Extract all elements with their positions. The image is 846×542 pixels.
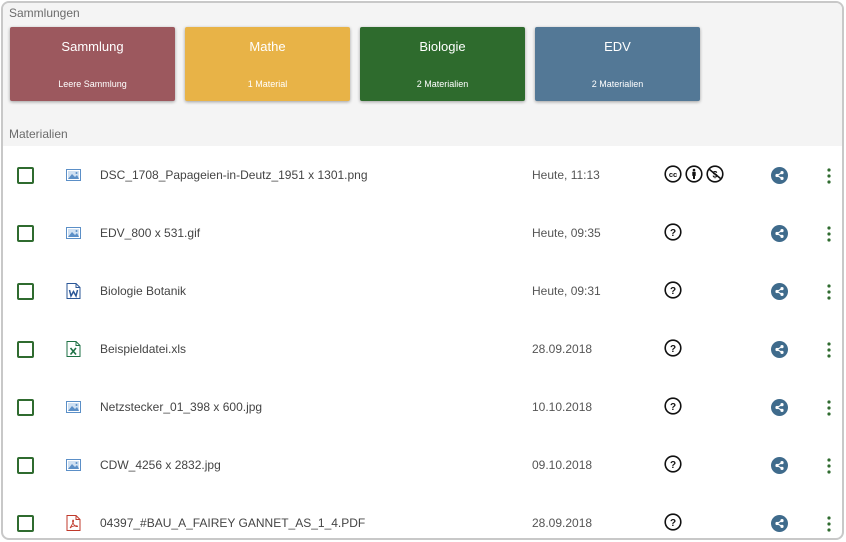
material-row[interactable]: Biologie Botanik Heute, 09:31 ? — [3, 262, 842, 320]
svg-text:?: ? — [670, 286, 676, 297]
share-icon[interactable] — [771, 225, 788, 242]
collection-tile-subtitle: 2 Materialien — [591, 79, 644, 89]
share-icon[interactable] — [771, 341, 788, 358]
cc-nc-icon: $ — [706, 165, 724, 183]
file-date: 09.10.2018 — [532, 458, 593, 472]
more-vertical-icon[interactable] — [823, 225, 835, 243]
question-icon: ? — [664, 397, 682, 415]
svg-text:?: ? — [670, 460, 676, 471]
question-icon: ? — [664, 455, 682, 473]
materials-section-title: Materialien — [9, 127, 68, 141]
collection-tile-title: Mathe — [249, 39, 286, 54]
pdf-icon — [66, 515, 81, 531]
question-icon: ? — [664, 223, 682, 241]
more-vertical-icon[interactable] — [823, 341, 835, 359]
more-vertical-icon[interactable] — [823, 457, 835, 475]
file-date: Heute, 09:31 — [532, 284, 601, 298]
material-row[interactable]: 04397_#BAU_A_FAIREY GANNET_AS_1_4.PDF 28… — [3, 494, 842, 538]
excel-icon — [66, 341, 81, 357]
svg-text:cc: cc — [669, 170, 677, 179]
more-vertical-icon[interactable] — [823, 167, 835, 185]
more-vertical-icon[interactable] — [823, 399, 835, 417]
cc-icon: cc — [664, 165, 682, 183]
collection-tile-subtitle: 1 Material — [247, 79, 288, 89]
svg-text:?: ? — [670, 402, 676, 413]
material-row[interactable]: DSC_1708_Papageien-in-Deutz_1951 x 1301.… — [3, 146, 842, 204]
file-date: 10.10.2018 — [532, 400, 593, 414]
file-name[interactable]: CDW_4256 x 2832.jpg — [100, 458, 221, 472]
file-date: 28.09.2018 — [532, 516, 593, 530]
collection-tile-title: Sammlung — [61, 39, 124, 54]
collection-tile-title: Biologie — [419, 39, 466, 54]
material-row[interactable]: Beispieldatei.xls 28.09.2018 ? — [3, 320, 842, 378]
word-icon — [66, 283, 81, 299]
material-row[interactable]: EDV_800 x 531.gif Heute, 09:35 ? — [3, 204, 842, 262]
materials-list: DSC_1708_Papageien-in-Deutz_1951 x 1301.… — [3, 146, 842, 538]
row-checkbox[interactable] — [17, 167, 34, 184]
row-checkbox[interactable] — [17, 283, 34, 300]
file-name[interactable]: DSC_1708_Papageien-in-Deutz_1951 x 1301.… — [100, 168, 368, 182]
share-icon[interactable] — [771, 399, 788, 416]
license-icons[interactable]: ? — [664, 397, 682, 415]
app-frame: Sammlungen Sammlung Leere Sammlung Mathe… — [1, 1, 844, 540]
collection-tile-title: EDV — [604, 39, 631, 54]
image-icon — [66, 225, 81, 241]
collection-tile-edv[interactable]: EDV 2 Materialien — [535, 27, 700, 101]
collections-section-title: Sammlungen — [9, 6, 80, 20]
share-icon[interactable] — [771, 457, 788, 474]
collection-tile-sammlung[interactable]: Sammlung Leere Sammlung — [10, 27, 175, 101]
license-icons[interactable]: ? — [664, 339, 682, 357]
license-icons[interactable]: ? — [664, 223, 682, 241]
image-icon — [66, 167, 81, 183]
file-name[interactable]: Biologie Botanik — [100, 284, 186, 298]
share-icon[interactable] — [771, 515, 788, 532]
license-icons[interactable]: cc $ — [664, 165, 724, 183]
svg-text:?: ? — [670, 228, 676, 239]
collection-tile-biologie[interactable]: Biologie 2 Materialien — [360, 27, 525, 101]
image-icon — [66, 457, 81, 473]
row-checkbox[interactable] — [17, 341, 34, 358]
question-icon: ? — [664, 339, 682, 357]
collection-tile-mathe[interactable]: Mathe 1 Material — [185, 27, 350, 101]
image-icon — [66, 399, 81, 415]
svg-text:?: ? — [670, 518, 676, 529]
file-name[interactable]: Netzstecker_01_398 x 600.jpg — [100, 400, 262, 414]
file-name[interactable]: 04397_#BAU_A_FAIREY GANNET_AS_1_4.PDF — [100, 516, 365, 530]
question-icon: ? — [664, 281, 682, 299]
license-icons[interactable]: ? — [664, 455, 682, 473]
file-date: 28.09.2018 — [532, 342, 593, 356]
file-name[interactable]: Beispieldatei.xls — [100, 342, 186, 356]
more-vertical-icon[interactable] — [823, 515, 835, 533]
cc-by-icon — [685, 165, 703, 183]
file-date: Heute, 09:35 — [532, 226, 601, 240]
share-icon[interactable] — [771, 283, 788, 300]
license-icons[interactable]: ? — [664, 281, 682, 299]
share-icon[interactable] — [771, 167, 788, 184]
collection-tile-subtitle: Leere Sammlung — [58, 79, 127, 89]
material-row[interactable]: Netzstecker_01_398 x 600.jpg 10.10.2018 … — [3, 378, 842, 436]
collections-area: Sammlungen Sammlung Leere Sammlung Mathe… — [3, 3, 842, 146]
file-name[interactable]: EDV_800 x 531.gif — [100, 226, 200, 240]
row-checkbox[interactable] — [17, 399, 34, 416]
row-checkbox[interactable] — [17, 457, 34, 474]
question-icon: ? — [664, 513, 682, 531]
material-row[interactable]: CDW_4256 x 2832.jpg 09.10.2018 ? — [3, 436, 842, 494]
row-checkbox[interactable] — [17, 225, 34, 242]
more-vertical-icon[interactable] — [823, 283, 835, 301]
collection-tile-subtitle: 2 Materialien — [416, 79, 469, 89]
row-checkbox[interactable] — [17, 515, 34, 532]
file-date: Heute, 11:13 — [532, 168, 600, 182]
svg-text:?: ? — [670, 344, 676, 355]
license-icons[interactable]: ? — [664, 513, 682, 531]
